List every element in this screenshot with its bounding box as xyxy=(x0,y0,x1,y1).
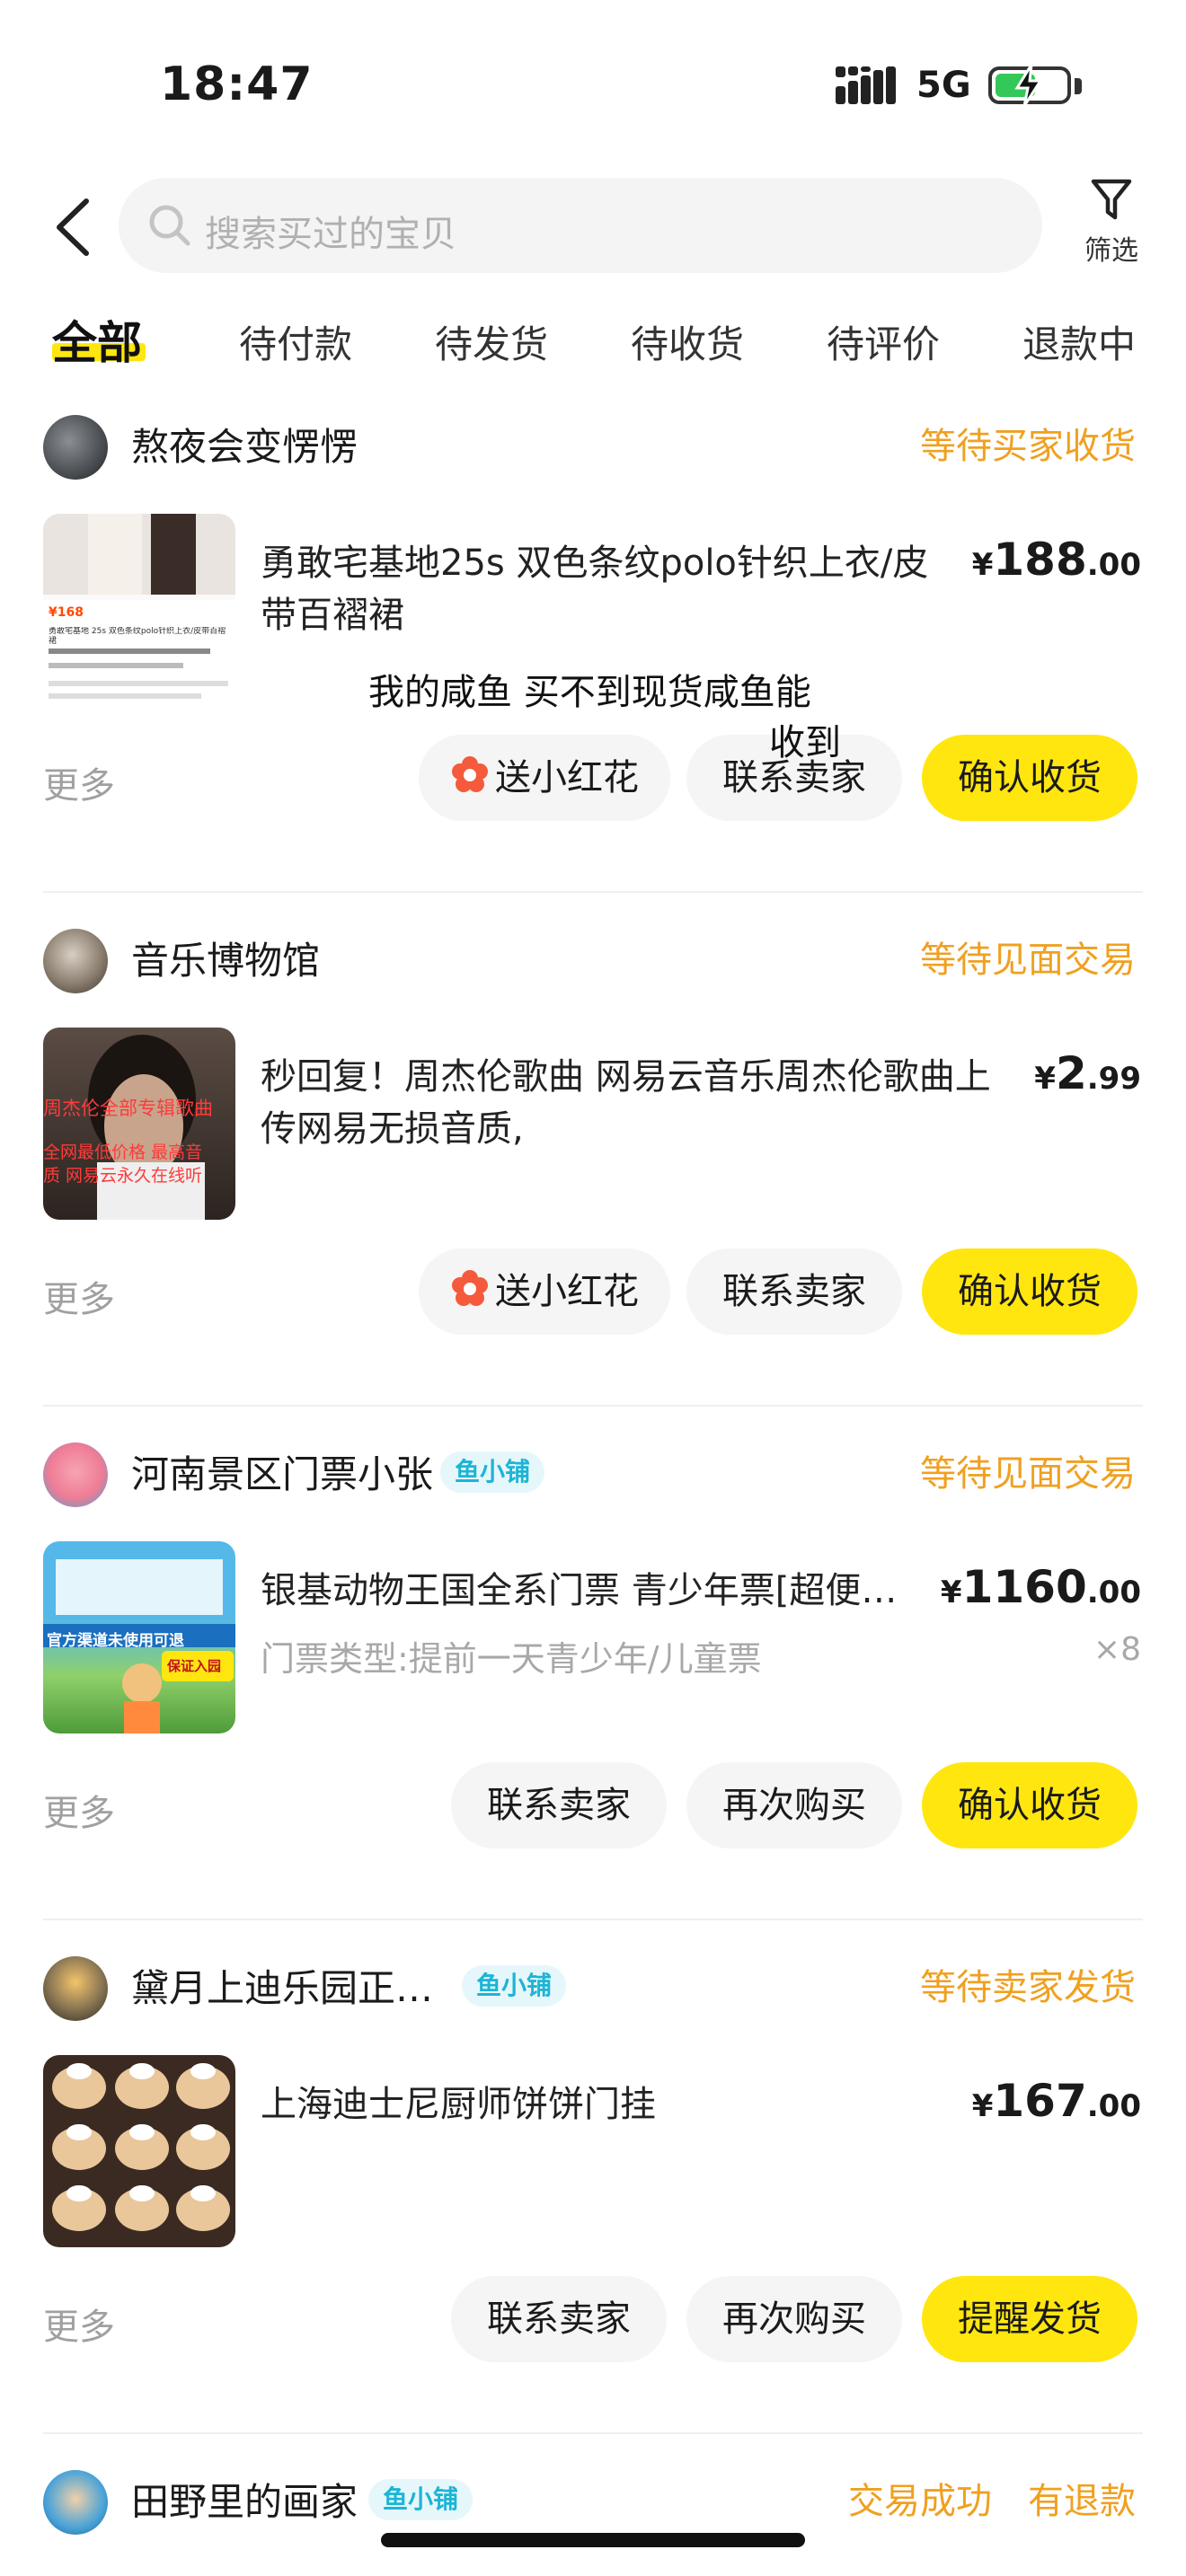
remind-shipment-button[interactable]: 提醒发货 xyxy=(922,2276,1137,2362)
thumb-line-1: 周杰伦全部专辑歌曲 xyxy=(43,1098,213,1119)
more-link[interactable]: 更多 xyxy=(43,756,115,808)
avatar[interactable] xyxy=(43,1442,108,1507)
thumb-caption: 勇敢宅基地 25s 双色条纹polo针织上衣/皮带百褶裙 xyxy=(49,627,226,646)
tab-pending-shipment[interactable]: 待发货 xyxy=(435,314,548,369)
seller-name[interactable]: 河南景区门票小张 xyxy=(131,1444,433,1499)
thumb-line-3: 质 网易云永久在线听 xyxy=(43,1166,203,1186)
send-flower-label: 送小红花 xyxy=(495,757,639,798)
avatar[interactable] xyxy=(43,2470,108,2535)
thumb-line-2: 全网最低价格 最高音 xyxy=(43,1142,203,1162)
contact-seller-button[interactable]: 联系卖家 xyxy=(451,1762,667,1848)
order-card[interactable]: 音乐博物馆 等待见面交易 周杰伦全部专辑歌曲 全网最低价格 最高音 质 网易云永… xyxy=(0,893,1186,1407)
battery-cap xyxy=(1075,78,1082,94)
shop-badge: 鱼小铺 xyxy=(368,2479,474,2520)
order-card[interactable]: 黛月上迪乐园正品代购 鱼小铺 等待卖家发货 上海迪士尼厨师饼饼门挂 ¥167.0… xyxy=(0,1920,1186,2434)
product-title[interactable]: 上海迪士尼厨师饼饼门挂 xyxy=(261,2078,925,2130)
avatar[interactable] xyxy=(43,929,108,993)
battery-icon xyxy=(988,64,1071,107)
flower-icon xyxy=(452,1270,488,1306)
seller-name[interactable]: 熬夜会变愣愣 xyxy=(131,417,358,472)
tab-pending-receipt[interactable]: 待收货 xyxy=(631,314,744,369)
avatar[interactable] xyxy=(43,415,108,480)
quantity: ×8 xyxy=(1093,1631,1141,1668)
back-button[interactable] xyxy=(49,196,99,259)
order-tabs: 全部 待付款 待发货 待收货 待评价 退款中 xyxy=(0,304,1186,379)
product-title[interactable]: 银基动物王国全系门票 青少年票[超便宜 可退 xyxy=(261,1565,925,1617)
product-thumbnail[interactable] xyxy=(43,2055,235,2247)
shop-badge: 鱼小铺 xyxy=(462,1965,567,2007)
order-status: 等待见面交易 xyxy=(920,1453,1136,1495)
more-link[interactable]: 更多 xyxy=(43,1270,115,1322)
order-card[interactable]: 田野里的画家 鱼小铺 交易成功 有退款 xyxy=(0,2434,1186,2576)
annotation-note: 我的咸鱼 买不到现货咸鱼能 xyxy=(368,672,811,713)
price: ¥167.00 xyxy=(971,2075,1141,2127)
more-link[interactable]: 更多 xyxy=(43,2298,115,2350)
search-icon xyxy=(149,205,190,246)
confirm-receipt-button[interactable]: 确认收货 xyxy=(922,1248,1137,1335)
product-thumbnail[interactable]: ¥168 勇敢宅基地 25s 双色条纹polo针织上衣/皮带百褶裙 xyxy=(43,514,235,706)
tab-pending-payment[interactable]: 待付款 xyxy=(239,314,352,369)
buy-again-button[interactable]: 再次购买 xyxy=(686,2276,902,2362)
order-status: 等待见面交易 xyxy=(920,940,1136,981)
annotation-note-2: 收到 xyxy=(769,722,841,763)
signal-icon xyxy=(836,66,896,104)
product-image xyxy=(52,2063,230,2231)
contact-seller-button[interactable]: 联系卖家 xyxy=(686,1248,902,1335)
order-status: 等待卖家发货 xyxy=(920,1967,1136,2008)
price: ¥188.00 xyxy=(971,534,1141,586)
order-card[interactable]: 河南景区门票小张 鱼小铺 等待见面交易 官方渠道未使用可退 保证入园 银基动物王… xyxy=(0,1407,1186,1920)
price: ¥2.99 xyxy=(1034,1047,1141,1099)
order-card[interactable]: 熬夜会变愣愣 等待买家收货 ¥168 勇敢宅基地 25s 双色条纹polo针织上… xyxy=(0,379,1186,893)
seller-name[interactable]: 音乐博物馆 xyxy=(131,931,320,985)
confirm-receipt-button[interactable]: 确认收货 xyxy=(922,735,1137,821)
home-indicator xyxy=(381,2533,805,2547)
send-flower-label: 送小红花 xyxy=(495,1271,639,1312)
avatar[interactable] xyxy=(43,1956,108,2021)
product-thumbnail[interactable]: 官方渠道未使用可退 保证入园 xyxy=(43,1541,235,1734)
product-title[interactable]: 勇敢宅基地25s 双色条纹polo针织上衣/皮带百褶裙 xyxy=(261,537,961,641)
status-time: 18:47 xyxy=(160,57,314,111)
filter-icon xyxy=(1091,179,1132,220)
thumb-price: ¥168 xyxy=(49,605,84,620)
tab-refunding[interactable]: 退款中 xyxy=(1022,314,1136,369)
buy-again-button[interactable]: 再次购买 xyxy=(686,1762,902,1848)
seller-name[interactable]: 田野里的画家 xyxy=(131,2472,358,2527)
order-status: 等待买家收货 xyxy=(920,426,1136,467)
send-flower-button[interactable]: 送小红花 xyxy=(419,1248,670,1335)
more-link[interactable]: 更多 xyxy=(43,1784,115,1836)
confirm-receipt-button[interactable]: 确认收货 xyxy=(922,1762,1137,1848)
network-type: 5G xyxy=(916,65,971,106)
search-input[interactable]: 搜索买过的宝贝 xyxy=(119,178,1042,273)
product-image xyxy=(88,1035,205,1220)
status-bar: 18:47 5G xyxy=(0,0,1186,171)
flower-icon xyxy=(452,756,488,792)
send-flower-button[interactable]: 送小红花 xyxy=(419,735,670,821)
price: ¥1160.00 xyxy=(940,1561,1141,1613)
product-thumbnail[interactable]: 周杰伦全部专辑歌曲 全网最低价格 最高音 质 网易云永久在线听 xyxy=(43,1028,235,1220)
product-title[interactable]: 秒回复！周杰伦歌曲 网易云音乐周杰伦歌曲上传网易无损音质, xyxy=(261,1051,997,1155)
search-placeholder: 搜索买过的宝贝 xyxy=(205,214,456,255)
thumb-banner: 官方渠道未使用可退 xyxy=(47,1632,184,1650)
thumb-stamp: 保证入园 xyxy=(167,1658,222,1674)
product-variant: 门票类型:提前一天青少年/儿童票 xyxy=(261,1639,762,1679)
filter-button[interactable]: 筛选 xyxy=(1071,176,1152,284)
tab-pending-review[interactable]: 待评价 xyxy=(827,314,940,369)
contact-seller-button[interactable]: 联系卖家 xyxy=(451,2276,667,2362)
tab-all[interactable]: 全部 xyxy=(52,307,142,372)
shop-badge: 鱼小铺 xyxy=(440,1451,545,1493)
seller-name[interactable]: 黛月上迪乐园正品代购 xyxy=(131,1958,437,2013)
filter-label: 筛选 xyxy=(1084,235,1138,267)
order-status: 交易成功 xyxy=(848,2481,992,2522)
refund-status: 有退款 xyxy=(1028,2481,1136,2522)
